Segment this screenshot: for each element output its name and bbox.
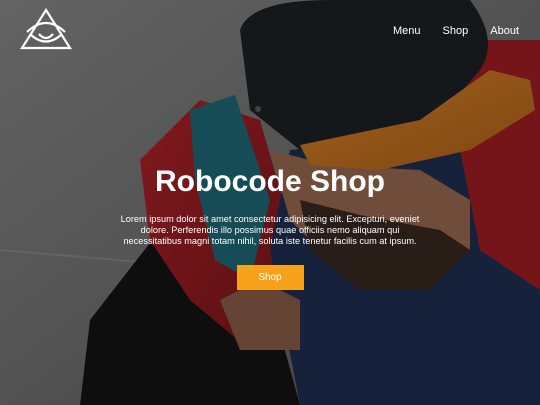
eye-triangle-logo-icon[interactable] bbox=[20, 7, 72, 50]
site-header: Menu Shop About bbox=[0, 0, 540, 60]
hero-section: Menu Shop About Robocode Shop Lorem ipsu… bbox=[0, 0, 540, 405]
shop-button[interactable]: Shop bbox=[236, 265, 304, 290]
hero-description: Lorem ipsum dolor sit amet consectetur a… bbox=[120, 214, 420, 246]
nav-link-about[interactable]: About bbox=[490, 24, 519, 38]
hero-content: Robocode Shop Lorem ipsum dolor sit amet… bbox=[0, 160, 540, 290]
main-nav: Menu Shop About bbox=[393, 24, 519, 38]
nav-link-menu[interactable]: Menu bbox=[393, 24, 421, 38]
hero-title: Robocode Shop bbox=[155, 165, 385, 198]
nav-link-shop[interactable]: Shop bbox=[443, 24, 469, 38]
